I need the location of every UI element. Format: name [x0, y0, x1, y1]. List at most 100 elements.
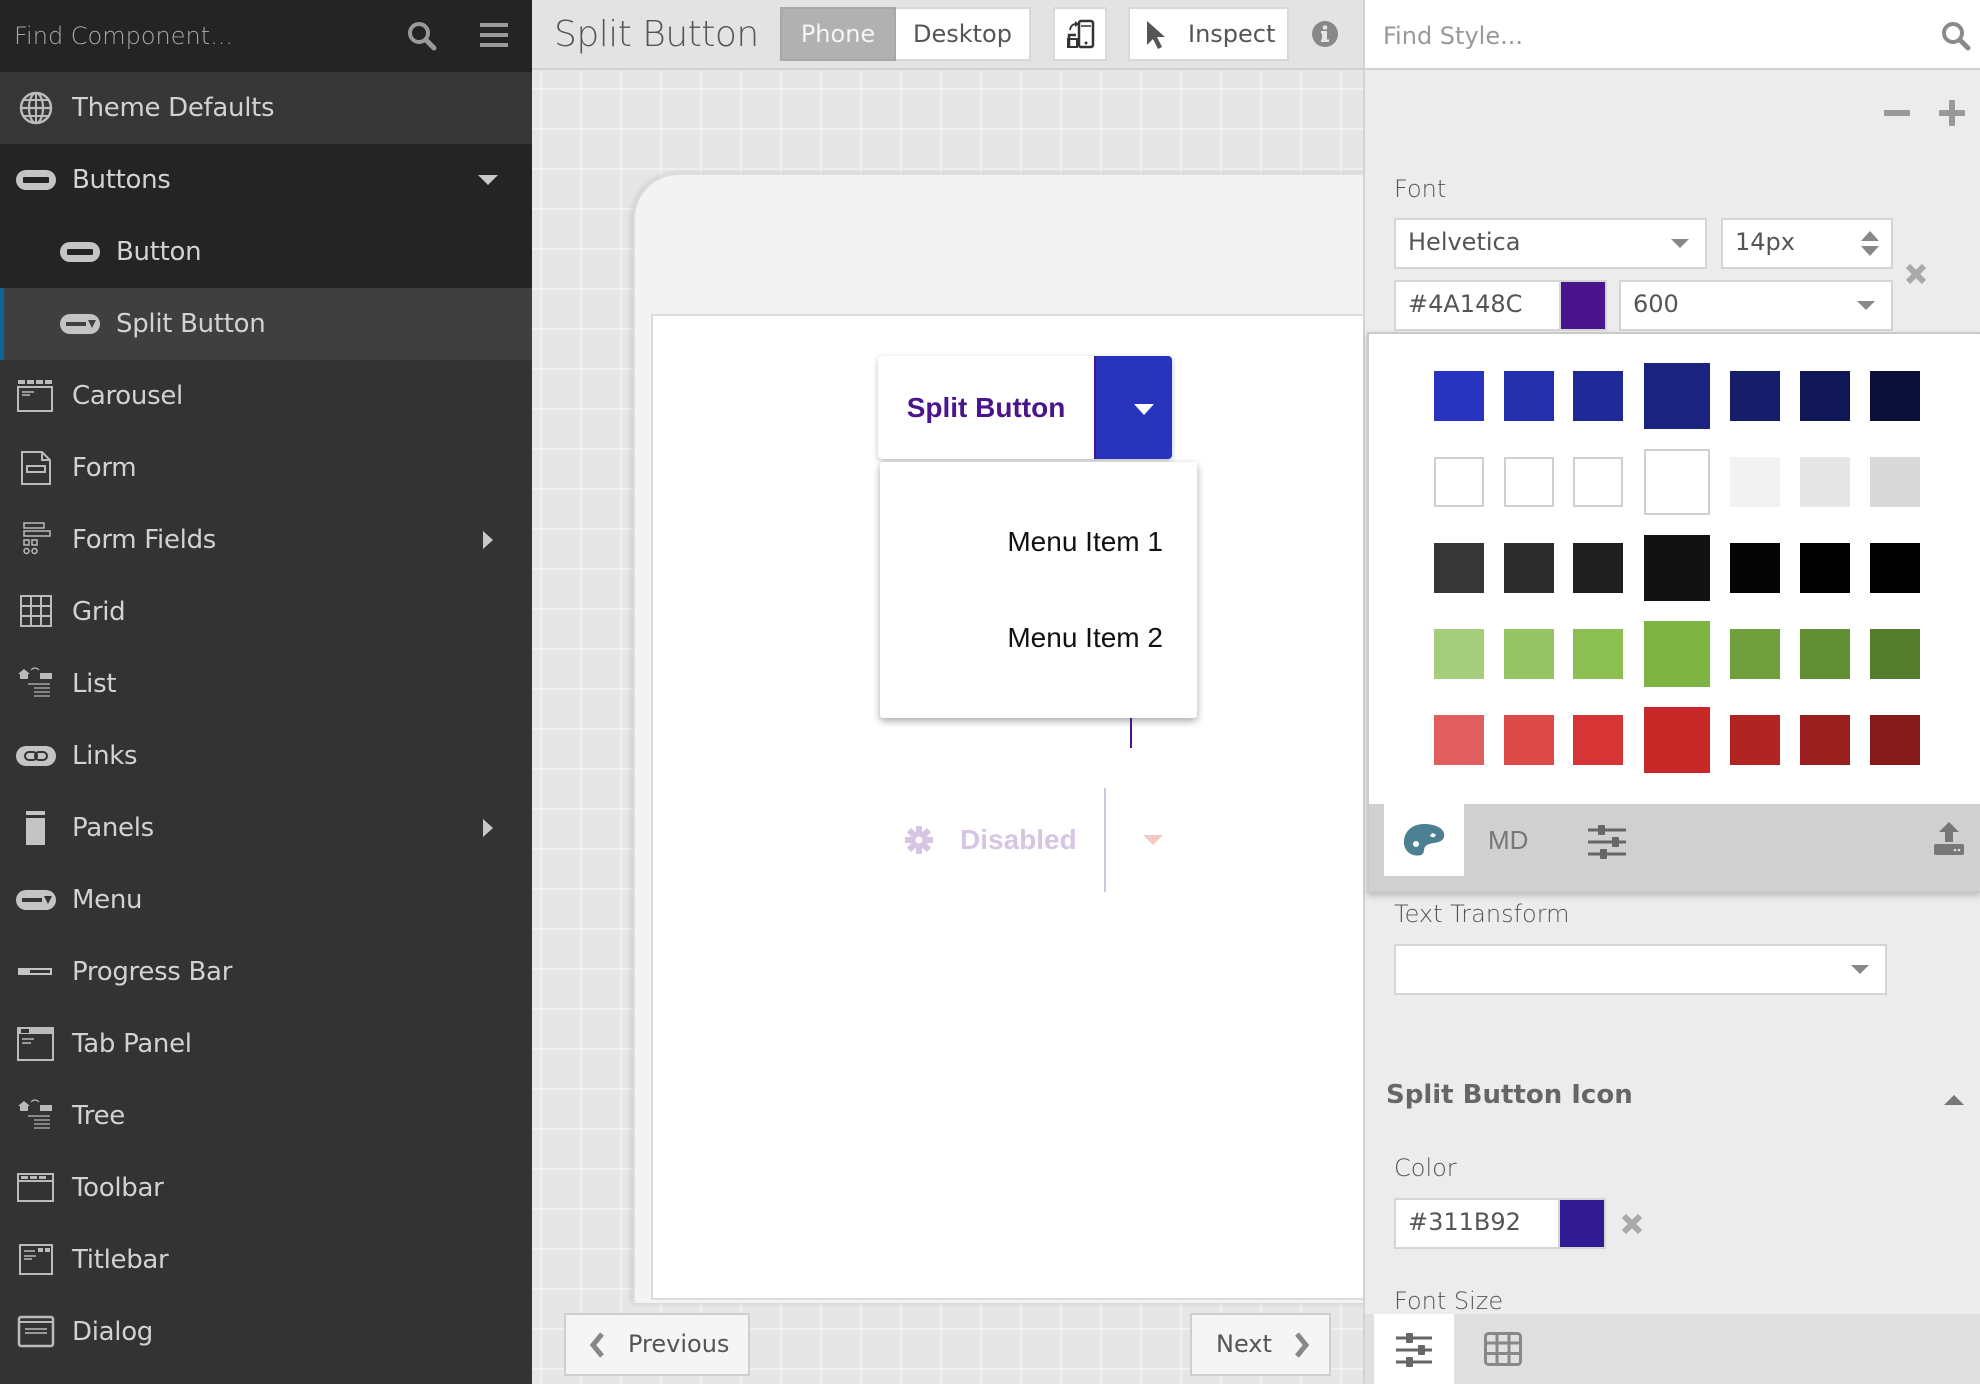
sidebar-item-label: Menu: [72, 885, 143, 915]
color-swatch[interactable]: [1434, 629, 1484, 679]
color-swatch[interactable]: [1573, 371, 1623, 421]
icon-color-input[interactable]: #311B92: [1394, 1198, 1606, 1249]
color-swatch[interactable]: [1800, 715, 1850, 765]
collapse-section-icon[interactable]: [1944, 1095, 1964, 1105]
color-swatch[interactable]: [1730, 543, 1780, 593]
sidebar-item-menu[interactable]: Menu: [0, 864, 532, 936]
gear-icon: [905, 826, 933, 854]
collapse-all-icon[interactable]: [1884, 105, 1910, 131]
color-swatch[interactable]: [1644, 707, 1710, 773]
color-swatch[interactable]: [1504, 543, 1554, 593]
icon-color-swatch[interactable]: [1558, 1200, 1604, 1247]
color-swatch[interactable]: [1730, 371, 1780, 421]
menu-item[interactable]: Menu Item 1: [1007, 526, 1163, 558]
sidebar-item-form-fields[interactable]: Form Fields: [0, 504, 532, 576]
clear-font-icon[interactable]: [1904, 262, 1928, 286]
chevron-right-icon[interactable]: [478, 819, 498, 837]
color-swatch[interactable]: [1644, 535, 1710, 601]
rotate-device-button[interactable]: [1053, 7, 1107, 61]
upload-icon[interactable]: [1933, 822, 1965, 856]
component-search-input[interactable]: [14, 14, 394, 58]
sidebar-item-grid[interactable]: Grid: [0, 576, 532, 648]
font-color-swatch[interactable]: [1559, 282, 1605, 329]
grid-view-icon[interactable]: [1484, 1332, 1522, 1366]
dialog-icon: [17, 1315, 55, 1348]
color-swatch[interactable]: [1573, 457, 1623, 507]
sidebar-item-theme-defaults[interactable]: Theme Defaults: [0, 72, 532, 144]
sidebar-item-progress-bar[interactable]: Progress Bar: [0, 936, 532, 1008]
color-swatch[interactable]: [1504, 371, 1554, 421]
search-icon[interactable]: [1940, 20, 1972, 52]
sidebar-item-tab-panel[interactable]: Tab Panel: [0, 1008, 532, 1080]
color-swatch[interactable]: [1573, 715, 1623, 765]
color-swatch[interactable]: [1434, 715, 1484, 765]
color-swatch[interactable]: [1573, 543, 1623, 593]
color-swatch[interactable]: [1573, 629, 1623, 679]
inspect-button[interactable]: Inspect: [1128, 7, 1289, 61]
hamburger-menu-icon[interactable]: [480, 22, 508, 48]
text-transform-select[interactable]: [1394, 944, 1887, 995]
sidebar-item-form[interactable]: Form: [0, 432, 532, 504]
color-swatch[interactable]: [1504, 715, 1554, 765]
sidebar-item-label: Theme Defaults: [72, 93, 275, 123]
color-swatch[interactable]: [1434, 457, 1484, 507]
color-swatch[interactable]: [1870, 457, 1920, 507]
color-swatch[interactable]: [1870, 715, 1920, 765]
color-swatch[interactable]: [1730, 457, 1780, 507]
sidebar-item-button[interactable]: Button: [0, 216, 532, 288]
info-icon[interactable]: [1311, 20, 1339, 48]
font-weight-select[interactable]: 600: [1619, 280, 1893, 331]
color-swatch[interactable]: [1800, 543, 1850, 593]
font-size-stepper[interactable]: 14px: [1721, 218, 1893, 269]
expand-all-icon[interactable]: [1939, 100, 1965, 126]
stepper-arrows-icon[interactable]: [1861, 230, 1879, 258]
sidebar-item-toolbar[interactable]: Toolbar: [0, 1152, 532, 1224]
color-swatch[interactable]: [1800, 629, 1850, 679]
font-family-select[interactable]: Helvetica: [1394, 218, 1707, 269]
style-search-input[interactable]: [1383, 14, 1883, 58]
next-button[interactable]: Next: [1190, 1313, 1331, 1376]
sidebar-item-label: Form Fields: [72, 525, 217, 555]
font-color-input[interactable]: #4A148C: [1394, 280, 1607, 331]
sliders-icon[interactable]: [1588, 825, 1626, 859]
sidebar-item-links[interactable]: Links: [0, 720, 532, 792]
phone-view-button[interactable]: Phone: [780, 7, 896, 61]
color-swatch[interactable]: [1800, 371, 1850, 421]
color-swatch[interactable]: [1504, 457, 1554, 507]
previous-button[interactable]: Previous: [564, 1313, 750, 1376]
material-design-tab[interactable]: MD: [1488, 804, 1544, 876]
split-button-main[interactable]: Split Button: [878, 356, 1094, 459]
color-swatch[interactable]: [1800, 457, 1850, 507]
color-swatch[interactable]: [1870, 371, 1920, 421]
color-swatch[interactable]: [1644, 621, 1710, 687]
sidebar-item-list[interactable]: List: [0, 648, 532, 720]
color-swatch[interactable]: [1434, 543, 1484, 593]
color-swatch[interactable]: [1870, 543, 1920, 593]
sidebar-item-panels[interactable]: Panels: [0, 792, 532, 864]
icon-color-label: Color: [1394, 1154, 1457, 1182]
sidebar-item-split-button[interactable]: Split Button: [0, 288, 532, 360]
split-button-arrow[interactable]: [1094, 356, 1172, 459]
sidebar-item-tree[interactable]: Tree: [0, 1080, 532, 1152]
section-title[interactable]: Split Button Icon: [1386, 1080, 1633, 1110]
sidebar-item-titlebar[interactable]: Titlebar: [0, 1224, 532, 1296]
color-swatch[interactable]: [1504, 629, 1554, 679]
color-swatch[interactable]: [1730, 629, 1780, 679]
sidebar-item-buttons[interactable]: Buttons: [0, 144, 532, 216]
chevron-right-icon[interactable]: [478, 531, 498, 549]
color-swatch[interactable]: [1644, 449, 1710, 515]
desktop-view-button[interactable]: Desktop: [896, 7, 1031, 61]
color-swatch[interactable]: [1870, 629, 1920, 679]
split-button[interactable]: Split Button: [878, 356, 1172, 459]
color-swatch[interactable]: [1434, 371, 1484, 421]
sidebar-item-dialog[interactable]: Dialog: [0, 1296, 532, 1368]
color-swatch[interactable]: [1644, 363, 1710, 429]
clear-color-icon[interactable]: [1620, 1212, 1644, 1236]
chevron-down-icon[interactable]: [478, 171, 498, 189]
search-icon[interactable]: [406, 20, 438, 52]
font-weight-value: 600: [1633, 290, 1679, 318]
color-swatch[interactable]: [1730, 715, 1780, 765]
sidebar-item-carousel[interactable]: Carousel: [0, 360, 532, 432]
chevron-right-icon: [1295, 1332, 1310, 1358]
menu-item[interactable]: Menu Item 2: [1007, 622, 1163, 654]
